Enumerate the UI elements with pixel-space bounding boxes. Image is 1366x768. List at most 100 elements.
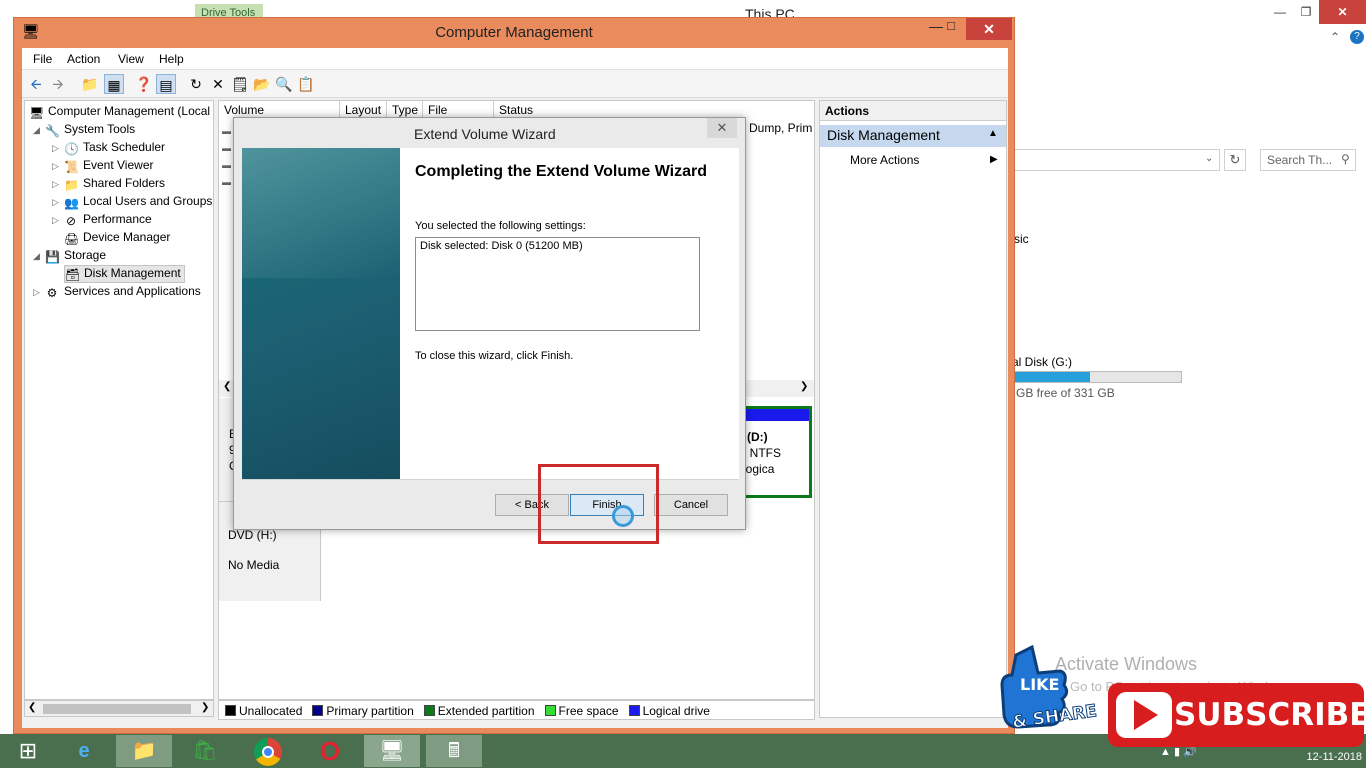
expand-icon[interactable]: ▷ [52, 143, 64, 154]
maximize-icon[interactable]: ❐ [1291, 0, 1321, 24]
settings-textbox[interactable]: Disk selected: Disk 0 (51200 MB) [415, 237, 700, 331]
expand-icon[interactable]: ▷ [52, 161, 64, 172]
tree-scrollbar[interactable]: ❮ ❯ [24, 700, 214, 717]
actions-section-label: Disk Management [827, 127, 940, 143]
menu-help[interactable]: Help [159, 52, 184, 66]
volume-icon[interactable]: 🔊 [1183, 746, 1197, 758]
console-tree: 🖥 Computer Management (Local ◢ 🔧 System Too… [24, 100, 214, 700]
expand-icon[interactable]: ▷ [52, 179, 64, 190]
start-windows-icon[interactable]: ⊞ [0, 735, 56, 767]
computer-management-taskbar-icon[interactable]: 🖥 [364, 735, 420, 767]
actions-disk-management[interactable]: Disk Management ▲ [820, 125, 1006, 147]
expand-icon[interactable]: ▷ [33, 287, 45, 298]
internet-explorer-icon[interactable]: e [56, 735, 112, 767]
tray-arrow-icon[interactable]: ▲ [1160, 746, 1171, 758]
search-input[interactable]: Search Th... ⚲ [1260, 149, 1356, 171]
scroll-right-icon[interactable]: ❯ [201, 702, 209, 713]
forward-arrow-icon[interactable]: 🡪 [48, 74, 68, 94]
clock-date: 12-11-2018 [1306, 751, 1362, 763]
tools-icon: 🔧 [45, 124, 60, 138]
expand-icon[interactable]: ▷ [52, 215, 64, 226]
tree-event-viewer[interactable]: ▷ 📜 Event Viewer [52, 158, 153, 174]
help-icon[interactable]: ? [1350, 30, 1364, 44]
file-explorer-icon[interactable]: 📁 [116, 735, 172, 767]
tree-disk-management[interactable]: 🗃 Disk Management [64, 265, 185, 283]
tree-services[interactable]: ▷ ⚙ Services and Applications [33, 284, 201, 300]
properties-icon[interactable]: 🗒 [230, 74, 250, 94]
tree-root[interactable]: 🖥 Computer Management (Local [29, 104, 210, 120]
device-manager-icon: 🖨 [64, 232, 80, 246]
chevron-up-icon[interactable]: ⌃ [1330, 30, 1340, 44]
tree-label: Shared Folders [83, 176, 166, 190]
refresh-icon[interactable]: ↻ [1224, 149, 1246, 171]
legend-swatch-primary [312, 705, 324, 716]
actions-pane: Actions Disk Management ▲ More Actions ▶ [819, 100, 1007, 718]
maximize-icon[interactable]: □ [938, 18, 964, 38]
back-arrow-icon[interactable]: 🡨 [26, 74, 46, 94]
extend-volume-wizard: Extend Volume Wizard ✕ Completing the Ex… [233, 117, 746, 530]
close-icon[interactable]: ✕ [1319, 0, 1366, 24]
tree-storage[interactable]: ◢ 💾 Storage [33, 248, 106, 264]
status-cell-partial: n Dump, Prim [739, 121, 813, 135]
menu-action[interactable]: Action [67, 52, 100, 66]
tree-label: Storage [64, 248, 107, 262]
legend-swatch-unallocated [225, 705, 236, 716]
menu-file[interactable]: File [33, 52, 52, 66]
play-triangle-icon [1134, 700, 1158, 730]
export-icon[interactable]: 📋 [296, 74, 316, 94]
address-bar[interactable]: ⌄ [1014, 149, 1220, 171]
collapse-icon[interactable]: ◢ [33, 125, 45, 136]
menu-bar: File Action View Help [22, 48, 1008, 70]
chevron-down-icon[interactable]: ⌄ [1205, 153, 1213, 164]
settings-value: Disk selected: Disk 0 (51200 MB) [420, 240, 583, 252]
store-icon[interactable]: 🛍 [177, 735, 233, 767]
drive-label[interactable]: al Disk (G:) [1012, 355, 1072, 369]
busy-cursor-icon [612, 505, 634, 527]
wizard-heading: Completing the Extend Volume Wizard [415, 163, 708, 180]
more-actions[interactable]: More Actions ▶ [850, 153, 998, 167]
wizard-side-banner [242, 148, 400, 479]
collapse-icon[interactable]: ◢ [33, 251, 45, 262]
wizard-content: Completing the Extend Volume Wizard You … [242, 148, 739, 479]
tree-local-users[interactable]: ▷ 👥 Local Users and Groups [52, 194, 212, 210]
submenu-arrow-icon: ▶ [990, 154, 998, 165]
close-icon[interactable]: ✕ [966, 18, 1012, 40]
scroll-left-icon[interactable]: ❮ [223, 381, 231, 392]
tree-shared-folders[interactable]: ▷ 📁 Shared Folders [52, 176, 165, 192]
find-icon[interactable]: 🔍 [274, 74, 294, 94]
status-bar [22, 720, 1008, 728]
tree-device-manager[interactable]: 🖨 Device Manager [64, 230, 170, 246]
legend-label: Extended partition [437, 704, 535, 718]
up-folder-icon[interactable]: 📁 [80, 74, 100, 94]
scroll-right-icon[interactable]: ❯ [800, 381, 808, 392]
tree-performance[interactable]: ▷ ⊘ Performance [52, 212, 152, 228]
cm-title: Computer Management [435, 24, 593, 41]
tree-system-tools[interactable]: ◢ 🔧 System Tools [33, 122, 135, 138]
collapse-up-icon[interactable]: ▲ [988, 128, 998, 139]
show-hide-tree-icon[interactable]: ▦ [104, 74, 124, 94]
help-icon[interactable]: ❓ [134, 74, 154, 94]
show-action-pane-icon[interactable]: ▤ [156, 74, 176, 94]
scroll-thumb[interactable] [43, 704, 191, 714]
cancel-button[interactable]: Cancel [654, 494, 728, 516]
expand-icon[interactable]: ▷ [52, 197, 64, 208]
open-folder-icon[interactable]: 📂 [252, 74, 272, 94]
network-icon[interactable]: ▮ [1174, 746, 1180, 758]
dvd-media: No Media [228, 558, 280, 572]
disk-legend: Unallocated Primary partition Extended p… [218, 700, 815, 720]
tree-task-scheduler[interactable]: ▷ 🕓 Task Scheduler [52, 140, 165, 156]
chrome-icon[interactable] [240, 735, 296, 767]
delete-icon[interactable]: ✕ [208, 74, 228, 94]
opera-icon[interactable]: O [302, 735, 358, 767]
tree-label: Device Manager [83, 230, 171, 244]
scroll-left-icon[interactable]: ❮ [28, 702, 36, 713]
legend-swatch-logical [628, 705, 640, 716]
refresh-icon[interactable]: ↻ [186, 74, 206, 94]
clock-icon: 🕓 [64, 142, 79, 156]
close-instruction: To close this wizard, click Finish. [415, 350, 574, 362]
search-icon: ⚲ [1341, 152, 1350, 166]
menu-view[interactable]: View [118, 52, 144, 66]
calculator-icon[interactable]: 🖩 [426, 735, 482, 767]
close-icon[interactable]: ✕ [707, 118, 737, 138]
performance-icon: ⊘ [65, 214, 77, 228]
